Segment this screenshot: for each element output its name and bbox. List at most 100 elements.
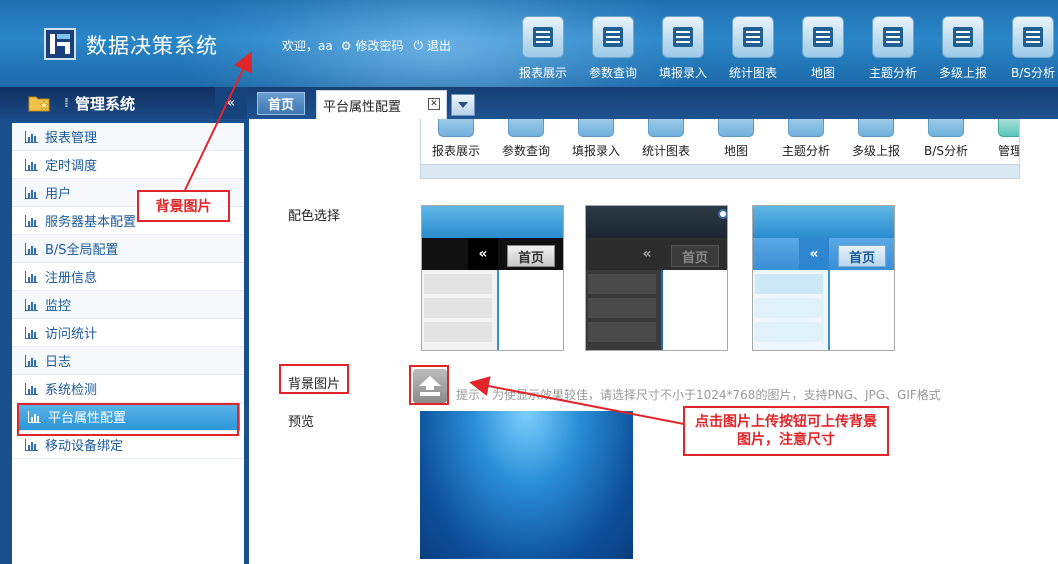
left-panel-title: 管理系统 <box>74 94 135 113</box>
annotation-highlight-upload <box>409 365 449 405</box>
bar-chart-icon <box>25 242 38 255</box>
horizontal-scrollbar[interactable] <box>421 164 1019 178</box>
change-password-link[interactable]: 修改密码 <box>355 37 403 54</box>
preview-nav-item: 报表展示 <box>421 119 491 159</box>
bar-chart-icon <box>25 186 38 199</box>
report-list-icon <box>732 16 774 58</box>
top-nav: 报表展示 参数查询 填报录入 统计图表 地图 主题分析 多级上报 B/S分析 <box>508 16 1058 81</box>
chevron-down-icon <box>458 102 468 108</box>
app-logo-icon <box>44 28 76 60</box>
bar-chart-icon <box>25 298 38 311</box>
report-list-icon <box>522 16 564 58</box>
sidebar-item-monitor[interactable]: 监控 <box>12 291 244 319</box>
top-nav-item[interactable]: 报表展示 <box>508 16 578 81</box>
logout-link[interactable]: 退出 <box>427 37 451 54</box>
gear-icon: ⚙ <box>340 38 352 53</box>
sidebar-item-label: 注册信息 <box>45 271 98 286</box>
theme-home-label: 首页 <box>838 245 886 267</box>
top-nav-item[interactable]: 主题分析 <box>858 16 928 81</box>
top-nav-label: 地图 <box>810 66 835 80</box>
report-list-icon <box>802 16 844 58</box>
report-list-icon <box>942 16 984 58</box>
top-nav-label: B/S分析 <box>1011 66 1055 80</box>
welcome-text: 欢迎，aa <box>282 39 333 53</box>
bar-chart-icon <box>25 270 38 283</box>
folder-star-icon <box>28 96 50 112</box>
sidebar-item-scheduling[interactable]: 定时调度 <box>12 151 244 179</box>
tab-label: 平台属性配置 <box>323 99 402 115</box>
collapse-button[interactable]: « <box>215 87 247 119</box>
sidebar-item-label: B/S全局配置 <box>45 243 119 258</box>
sidebar-item-system-check[interactable]: 系统检测 <box>12 375 244 403</box>
color-scheme-label: 配色选择 <box>288 209 341 224</box>
top-nav-item[interactable]: 参数查询 <box>578 16 648 81</box>
theme-option-blue[interactable]: « 首页 <box>752 205 895 351</box>
sidebar-item-label: 系统检测 <box>45 383 98 398</box>
top-nav-label: 主题分析 <box>868 66 917 80</box>
top-nav-item[interactable]: B/S分析 <box>998 16 1058 81</box>
close-icon[interactable]: ✕ <box>428 98 440 110</box>
theme-home-label: 首页 <box>507 245 555 267</box>
theme-option-black[interactable]: « 首页 <box>421 205 564 351</box>
sidebar-item-logs[interactable]: 日志 <box>12 347 244 375</box>
left-panel-header: ⁞ 管理系统 « <box>0 87 247 119</box>
sidebar-item-bs-global-config[interactable]: B/S全局配置 <box>12 235 244 263</box>
tab-dropdown-button[interactable] <box>451 94 475 116</box>
top-header: 数据决策系统 欢迎，aa ⚙ 修改密码 ⏻ 退出 报表展示 参数查询 填报录入 … <box>0 0 1058 87</box>
sidebar-item-label: 定时调度 <box>45 159 98 174</box>
report-list-icon <box>872 16 914 58</box>
sidebar-item-label: 报表管理 <box>45 131 98 146</box>
sidebar-item-label: 移动设备绑定 <box>45 439 124 454</box>
welcome-bar: 欢迎，aa ⚙ 修改密码 ⏻ 退出 <box>282 37 451 54</box>
sidebar-item-registration[interactable]: 注册信息 <box>12 263 244 291</box>
top-nav-item[interactable]: 地图 <box>788 16 858 81</box>
top-nav-label: 多级上报 <box>938 66 987 80</box>
theme-option-dark[interactable]: « 首页 <box>585 205 728 351</box>
report-list-icon <box>662 16 704 58</box>
report-list-icon <box>1012 16 1054 58</box>
tab-bar: 首页 平台属性配置 ✕ <box>247 87 1058 119</box>
report-list-icon <box>592 16 634 58</box>
sidebar-item-access-stats[interactable]: 访问统计 <box>12 319 244 347</box>
preview-nav-item: 多级上报 <box>841 119 911 159</box>
power-icon: ⏻ <box>413 38 424 52</box>
collapse-icon: « <box>799 238 829 270</box>
nav-preview-strip: 报表展示 参数查询 填报录入 统计图表 地图 主题分析 多级上报 B/S分析 管… <box>420 119 1020 179</box>
annotation-highlight-platform-config <box>17 403 239 436</box>
app-title: 数据决策系统 <box>86 34 218 58</box>
preview-label: 预览 <box>288 415 315 430</box>
preview-nav-item: 统计图表 <box>631 119 701 159</box>
bar-chart-icon <box>25 326 38 339</box>
top-nav-label: 报表展示 <box>518 66 567 80</box>
tab-platform-config[interactable]: 平台属性配置 ✕ <box>316 90 447 119</box>
top-nav-item[interactable]: 填报录入 <box>648 16 718 81</box>
main-content: 报表展示 参数查询 填报录入 统计图表 地图 主题分析 多级上报 B/S分析 管… <box>247 119 1058 564</box>
sidebar-item-label: 服务器基本配置 <box>45 215 137 230</box>
sidebar-item-label: 用户 <box>45 187 72 202</box>
top-nav-label: 参数查询 <box>588 66 637 80</box>
sidebar-item-label: 监控 <box>45 299 72 314</box>
bar-chart-icon <box>25 438 38 451</box>
collapse-icon: « <box>632 238 662 270</box>
sidebar-item-label: 日志 <box>45 355 72 370</box>
background-preview-image <box>420 411 633 559</box>
preview-nav-item: 填报录入 <box>561 119 631 159</box>
collapse-icon: « <box>468 238 498 270</box>
bar-chart-icon <box>25 382 38 395</box>
bar-chart-icon <box>25 158 38 171</box>
bar-chart-icon <box>25 214 38 227</box>
bar-chart-icon <box>25 354 38 367</box>
bar-chart-icon <box>25 130 38 143</box>
theme-home-label: 首页 <box>671 245 719 267</box>
annotation-highlight-bg-label <box>279 364 349 394</box>
left-panel: ⁞ 管理系统 « 报表管理 定时调度 用户 服务器基本配置 B/S全局配置 注册… <box>0 87 247 564</box>
preview-nav-item: 地图 <box>701 119 771 159</box>
top-nav-label: 统计图表 <box>728 66 777 80</box>
sidebar-item-label: 访问统计 <box>45 327 98 342</box>
top-nav-item[interactable]: 多级上报 <box>928 16 998 81</box>
sidebar-item-report-management[interactable]: 报表管理 <box>12 123 244 151</box>
annotation-bg-image-label: 背景图片 <box>137 190 230 222</box>
tab-home[interactable]: 首页 <box>257 92 305 115</box>
preview-nav-item: B/S分析 <box>911 119 981 159</box>
top-nav-item[interactable]: 统计图表 <box>718 16 788 81</box>
